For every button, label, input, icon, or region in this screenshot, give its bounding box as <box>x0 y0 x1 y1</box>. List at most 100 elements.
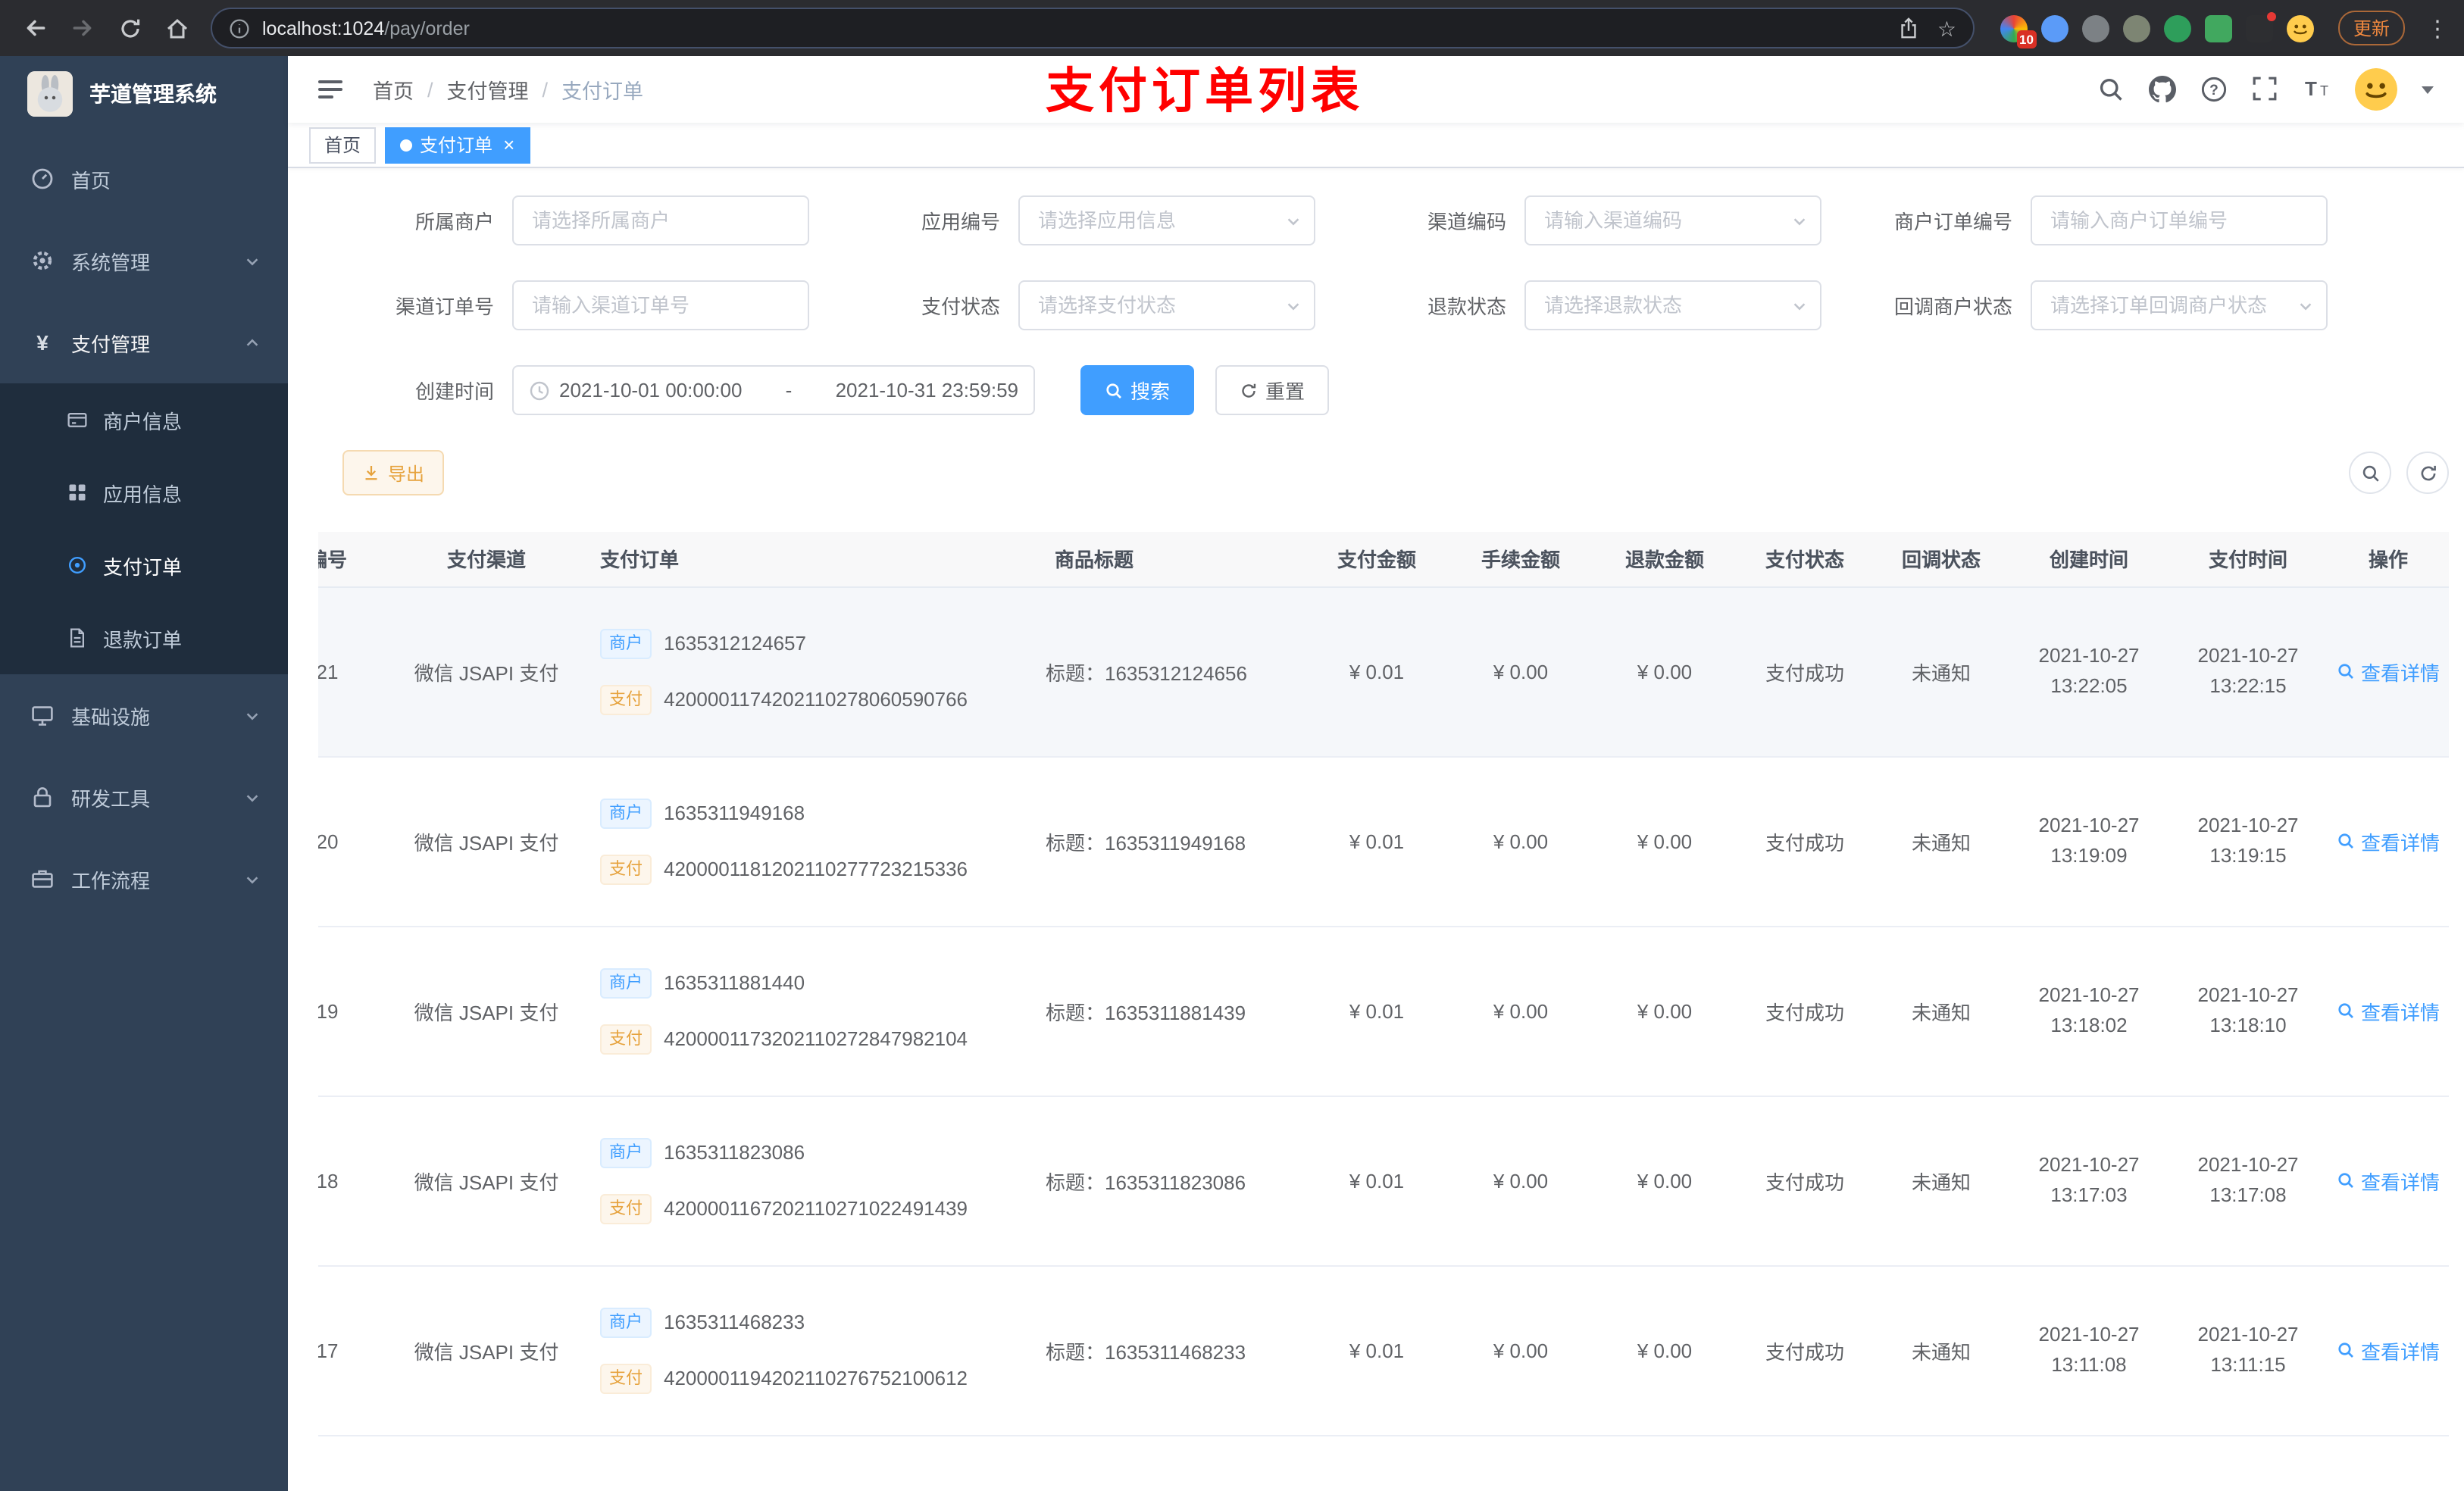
sidebar-item-pay-order[interactable]: 支付订单 <box>0 529 288 602</box>
hamburger-icon[interactable] <box>315 74 346 105</box>
site-info-icon[interactable] <box>229 17 250 39</box>
profile-emoji-icon[interactable] <box>2286 14 2314 42</box>
avatar-caret-icon[interactable] <box>2422 86 2434 93</box>
share-icon[interactable] <box>1898 17 1921 39</box>
export-button[interactable]: 导出 <box>342 450 445 495</box>
back-icon[interactable] <box>15 8 56 48</box>
pay-status-select[interactable] <box>1018 280 1315 330</box>
channel-code-select[interactable] <box>1524 195 1821 245</box>
cell-fee <box>1449 1435 1593 1491</box>
sidebar-item-dev-tools[interactable]: 研发工具 <box>0 756 288 838</box>
app-input[interactable] <box>1018 195 1315 245</box>
cell-callback-status: 未通知 <box>1873 926 2009 1096</box>
channel-order-no-field[interactable] <box>512 280 809 330</box>
sidebar-item-refund-order[interactable]: 退款订单 <box>0 602 288 674</box>
sidebar-submenu-payment: 商户信息 应用信息 支付订单 退款订单 <box>0 383 288 674</box>
sidebar-menu: 首页 系统管理 ¥ 支付管理 商户信息 应用信息 支付订单 退款订单 基础设施 … <box>0 132 288 1491</box>
col-refund: 退款金额 <box>1593 532 1737 587</box>
cell-create-time <box>2009 1435 2169 1491</box>
app-select[interactable] <box>1018 195 1315 245</box>
help-icon[interactable]: ? <box>2200 76 2228 103</box>
fullscreen-icon[interactable] <box>2252 76 2279 103</box>
pay-order-no: 4200001181202110277723215336 <box>664 858 968 880</box>
sidebar-item-workflow[interactable]: 工作流程 <box>0 838 288 920</box>
sidebar-item-merchant-info[interactable]: 商户信息 <box>0 383 288 456</box>
gear-icon <box>30 248 55 273</box>
cell-amount <box>1305 1435 1449 1491</box>
chevron-down-icon <box>1285 297 1302 314</box>
view-detail-link[interactable]: 查看详情 <box>2337 1336 2440 1364</box>
github-icon[interactable] <box>2149 76 2176 103</box>
app-title: 芋道管理系统 <box>89 82 217 106</box>
create-time-range-picker[interactable]: 2021-10-01 00:00:00 - 2021-10-31 23:59:5… <box>512 365 1035 415</box>
search-icon[interactable] <box>2097 76 2125 103</box>
view-detail-link[interactable]: 查看详情 <box>2337 1166 2440 1195</box>
active-dot-icon <box>400 139 413 151</box>
extension-olive-icon[interactable] <box>2122 14 2150 42</box>
sidebar-item-home[interactable]: 首页 <box>0 138 288 220</box>
chevron-up-icon <box>244 334 261 351</box>
tags-view: 首页 支付订单 × <box>288 123 2464 168</box>
refund-status-select[interactable] <box>1524 280 1821 330</box>
merchant-input[interactable] <box>512 195 809 245</box>
extension-blue-icon[interactable] <box>2040 14 2068 42</box>
sidebar-item-label: 研发工具 <box>71 787 151 810</box>
merchant-order-no-field[interactable] <box>2031 195 2328 245</box>
channel-order-no-input[interactable] <box>512 280 809 330</box>
address-bar[interactable]: localhost:1024/pay/order ☆ <box>211 8 1975 48</box>
breadcrumb-home[interactable]: 首页 <box>373 74 414 105</box>
extension-green-circle-icon[interactable] <box>2163 14 2191 42</box>
cell-pay-order: 商户 1635311823086 支付 4200001167202110271022… <box>585 1096 1040 1266</box>
callback-status-input[interactable] <box>2031 280 2328 330</box>
extension-gray-icon[interactable] <box>2081 14 2109 42</box>
channel-code-input[interactable] <box>1524 195 1821 245</box>
tab-pay-order[interactable]: 支付订单 × <box>385 127 530 163</box>
font-size-icon[interactable]: TT <box>2303 76 2331 103</box>
view-detail-link[interactable]: 查看详情 <box>2337 657 2440 686</box>
merchant-tag: 商户 <box>600 1307 652 1337</box>
svg-text:¥: ¥ <box>36 331 48 355</box>
refund-status-input[interactable] <box>1524 280 1821 330</box>
clock-icon <box>529 380 550 401</box>
toggle-search-icon[interactable] <box>2349 452 2391 494</box>
merchant-order-no-input[interactable] <box>2031 195 2328 245</box>
filter-channel-order-no: 渠道订单号 <box>342 280 849 330</box>
browser-menu-icon[interactable]: ⋮ <box>2426 14 2449 42</box>
extension-dark-icon[interactable] <box>2245 11 2276 42</box>
cell-pay-status <box>1737 1435 1873 1491</box>
reset-button[interactable]: 重置 <box>1215 365 1330 415</box>
extension-colorful-icon[interactable]: 10 <box>2000 14 2037 48</box>
svg-text:T: T <box>2305 77 2317 100</box>
breadcrumb-pay-management[interactable]: 支付管理 <box>447 74 529 105</box>
app-frame: 芋道管理系统 首页 系统管理 ¥ 支付管理 商户信息 应用信息 支付订单 退款订… <box>0 56 2464 1491</box>
sidebar-item-app-info[interactable]: 应用信息 <box>0 456 288 529</box>
sidebar-item-payment[interactable]: ¥ 支付管理 <box>0 302 288 383</box>
home-icon[interactable] <box>156 8 197 48</box>
url-host: localhost:1024 <box>262 17 385 39</box>
forward-icon[interactable] <box>62 8 103 48</box>
search-button-label: 搜索 <box>1130 380 1171 403</box>
tab-home[interactable]: 首页 <box>309 127 377 163</box>
cell-pay-time: 2021-10-27 13:22:15 <box>2169 586 2328 757</box>
merchant-select[interactable] <box>512 195 809 245</box>
browser-update-button[interactable]: 更新 <box>2337 11 2405 45</box>
filter-callback-status: 回调商户状态 <box>1861 280 2367 330</box>
bookmark-star-icon[interactable]: ☆ <box>1937 17 1956 39</box>
refresh-icon[interactable] <box>2406 452 2449 494</box>
sidebar-item-infrastructure[interactable]: 基础设施 <box>0 674 288 756</box>
user-avatar[interactable] <box>2355 68 2397 111</box>
view-detail-link[interactable]: 查看详情 <box>2337 996 2440 1025</box>
cell-pay-time: 2021-10-27 13:19:15 <box>2169 756 2328 927</box>
search-button[interactable]: 搜索 <box>1080 365 1195 415</box>
view-detail-link[interactable]: 查看详情 <box>2337 827 2440 855</box>
col-pay-order: 支付订单 <box>585 532 1040 587</box>
reload-icon[interactable] <box>109 8 150 48</box>
sidebar-item-system[interactable]: 系统管理 <box>0 220 288 302</box>
pay-status-input[interactable] <box>1018 280 1315 330</box>
close-icon[interactable]: × <box>503 135 514 155</box>
extension-green-square-icon[interactable] <box>2204 14 2232 42</box>
cell-amount: ¥ 0.01 <box>1305 1096 1449 1266</box>
col-channel: 支付渠道 <box>388 532 585 587</box>
callback-status-select[interactable] <box>2031 280 2328 330</box>
cell-fee: ¥ 0.00 <box>1449 756 1593 927</box>
